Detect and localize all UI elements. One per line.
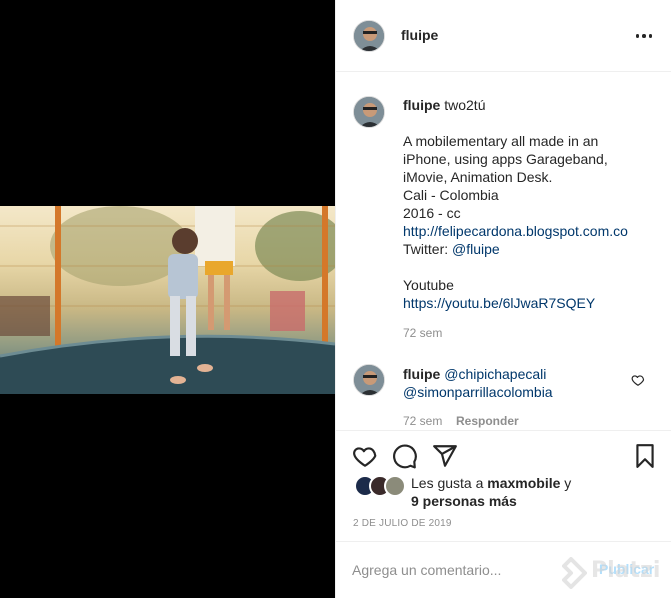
likes-prefix: Les gusta a: [411, 475, 488, 491]
author-avatar[interactable]: [353, 20, 385, 52]
caption-line: iMovie, Animation Desk.: [403, 169, 553, 185]
likes-conjunction: y: [560, 475, 572, 491]
twitter-handle-link[interactable]: @fluipe: [452, 241, 500, 257]
more-options-icon[interactable]: [632, 26, 656, 46]
liked-by-user-link[interactable]: maxmobile: [487, 475, 560, 491]
video-scene-illustration: [0, 206, 335, 394]
caption-line: iPhone, using apps Garageband,: [403, 151, 608, 167]
youtube-label: Youtube: [403, 277, 454, 293]
twitter-line: Twitter: @fluipe: [403, 240, 500, 258]
watermark-text: Platzi: [591, 558, 661, 583]
comment-first-line: fluipe @chipichapecali: [403, 365, 546, 383]
comment-avatar[interactable]: [353, 364, 385, 396]
post-header: fluipe: [336, 0, 671, 72]
caption-title: two2tú: [444, 97, 486, 113]
comments-list[interactable]: fluipe two2tú A mobilementary all made i…: [336, 73, 671, 430]
caption-username[interactable]: fluipe: [403, 97, 440, 113]
header-username[interactable]: fluipe: [401, 27, 438, 43]
comment-username[interactable]: fluipe: [403, 366, 440, 382]
comment-mention-link[interactable]: @chipichapecali: [444, 366, 546, 382]
likes-summary: Les gusta a maxmobile y: [411, 474, 571, 492]
video-thumbnail[interactable]: [0, 206, 335, 394]
caption-line: A mobilementary all made in an: [403, 133, 599, 149]
post-date[interactable]: 2 de julio de 2019: [353, 518, 452, 529]
avatar-image: [354, 97, 384, 127]
likes-others-link[interactable]: 9 personas más: [411, 492, 517, 510]
comment-icon[interactable]: [392, 443, 418, 469]
post-details-panel: fluipe fluipe two2tú A mobilementary all…: [335, 0, 671, 598]
avatar-image: [354, 21, 384, 51]
heart-icon[interactable]: [352, 443, 378, 469]
comment-mention-link[interactable]: @simonparrillacolombia: [403, 383, 553, 401]
reply-button[interactable]: Responder: [456, 414, 519, 428]
like-comment-heart-icon[interactable]: [631, 373, 645, 387]
share-icon[interactable]: [432, 443, 458, 469]
caption-line: Cali - Colombia: [403, 187, 499, 203]
caption-headline: fluipe two2tú: [403, 96, 485, 114]
platzi-watermark: Platzi: [555, 553, 671, 593]
bookmark-icon[interactable]: [632, 443, 658, 469]
twitter-prefix: Twitter:: [403, 241, 453, 257]
avatar-image: [354, 365, 384, 395]
comment-timestamp[interactable]: 72 sem: [403, 414, 442, 428]
caption-avatar[interactable]: [353, 96, 385, 128]
comment-input[interactable]: [352, 558, 582, 582]
post-media[interactable]: [0, 0, 335, 598]
caption-line: 2016 - cc: [403, 205, 461, 221]
youtube-link[interactable]: https://youtu.be/6lJwaR7SQEY: [403, 294, 595, 312]
caption-timestamp[interactable]: 72 sem: [403, 326, 442, 340]
liked-by-avatars[interactable]: [354, 475, 408, 497]
blog-link[interactable]: http://felipecardona.blogspot.com.co: [403, 222, 628, 240]
platzi-logo-icon: [562, 557, 587, 589]
avatar: [384, 475, 406, 497]
